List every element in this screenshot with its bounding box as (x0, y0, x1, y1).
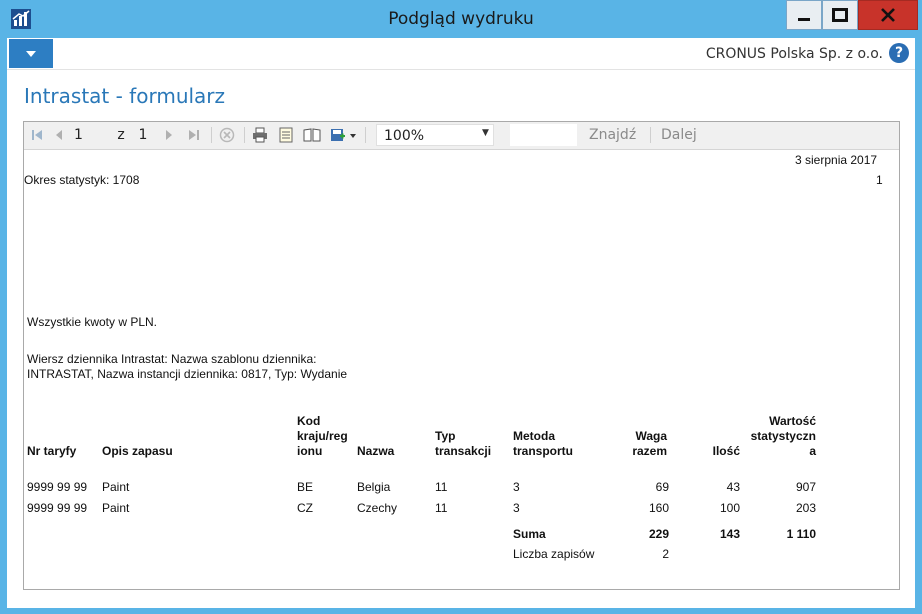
save-export-icon (331, 129, 356, 141)
stop-button[interactable] (218, 126, 236, 144)
first-page-icon (32, 130, 42, 140)
cell-quantity: 43 (726, 480, 740, 494)
close-icon (881, 8, 895, 22)
column-header-transaction-type: Typ transakcji (435, 429, 492, 458)
print-button[interactable] (250, 126, 270, 144)
find-input[interactable] (510, 124, 577, 146)
page-content: CRONUS Polska Sp. z o.o. ? Intrastat - f… (7, 38, 915, 608)
page-of-label: z (117, 127, 125, 143)
toolbar-separator (650, 127, 651, 143)
cell-statistical-value: 203 (795, 501, 816, 515)
currency-note: Wszystkie kwoty w PLN. (27, 315, 158, 329)
report-date: 3 sierpnia 2017 (795, 153, 878, 167)
export-button[interactable] (329, 126, 359, 144)
cell-statistical-value: 907 (795, 480, 816, 494)
ribbon: CRONUS Polska Sp. z o.o. ? (7, 38, 915, 70)
print-layout-button[interactable] (276, 126, 296, 144)
cell-tariff: 9999 99 99 (27, 480, 88, 494)
page-setup-button[interactable] (302, 126, 322, 144)
report-page: 3 sierpnia 2017 1 Okres statystyk: 1708 … (24, 150, 899, 590)
total-weight: 229 (648, 527, 669, 541)
toolbar-separator (244, 127, 245, 143)
printer-icon (253, 127, 267, 143)
title-bar: Podgląd wydruku (0, 0, 922, 38)
cell-quantity: 100 (719, 501, 740, 515)
open-book-icon (303, 128, 321, 142)
column-header-name: Nazwa (357, 444, 395, 458)
page-total-label: 1 (138, 127, 148, 143)
cell-name: Belgia (357, 480, 391, 494)
last-page-icon (189, 130, 199, 140)
cell-transaction-type: 11 (435, 480, 448, 494)
cell-transaction-type: 11 (435, 501, 448, 515)
previous-page-icon (56, 130, 62, 140)
statistics-period: Okres statystyk: 1708 (24, 173, 140, 187)
column-header-item-description: Opis zapasu (102, 444, 173, 458)
column-header-quantity: Ilość (712, 444, 740, 458)
chevron-down-icon (26, 50, 36, 57)
cell-total-weight: 160 (648, 501, 669, 515)
previous-page-button[interactable] (51, 126, 67, 144)
total-statistical-value: 1 110 (786, 527, 816, 541)
page-title: Intrastat - formularz (24, 84, 226, 108)
total-quantity: 143 (719, 527, 740, 541)
cell-total-weight: 69 (655, 480, 669, 494)
dropdown-arrow-icon[interactable]: ▼ (482, 128, 489, 138)
print-preview-window: Podgląd wydruku CRONUS Polska Sp. z o.o.… (0, 0, 922, 614)
last-page-button[interactable] (185, 126, 203, 144)
report-page-number: 1 (876, 173, 883, 187)
help-icon[interactable]: ? (889, 43, 909, 63)
report-toolbar: 1 z 1 100% ▼ Znajdź Dalej (24, 122, 899, 150)
totals-label: Suma (513, 527, 546, 541)
toolbar-separator (211, 127, 212, 143)
column-header-country-code: Kod kraju/reg ionu (297, 414, 348, 458)
filter-text-line-1: Wiersz dziennika Intrastat: Nazwa szablo… (27, 352, 317, 366)
close-button[interactable] (858, 0, 918, 30)
maximize-button[interactable] (822, 0, 858, 30)
record-count-value: 2 (662, 547, 669, 561)
filter-text-line-2: INTRASTAT, Nazwa instancji dziennika: 08… (27, 367, 348, 381)
cell-name: Czechy (357, 501, 398, 515)
next-page-button[interactable] (161, 126, 177, 144)
maximize-icon (832, 8, 848, 22)
cell-country-code: BE (297, 480, 314, 494)
cell-item-description: Paint (102, 480, 130, 494)
page-number-input[interactable]: 1 (74, 126, 104, 144)
minimize-icon (798, 18, 810, 21)
cell-tariff: 9999 99 99 (27, 501, 88, 515)
window-title: Podgląd wydruku (388, 9, 534, 29)
next-match-button[interactable]: Dalej (661, 127, 697, 143)
cell-item-description: Paint (102, 501, 130, 515)
column-header-total-weight: Waga razem (632, 429, 667, 458)
company-name: CRONUS Polska Sp. z o.o. (705, 46, 883, 62)
column-header-tariff: Nr taryfy (27, 444, 77, 458)
stop-icon (219, 127, 235, 143)
cell-transport-method: 3 (513, 501, 520, 515)
page-layout-icon (279, 127, 293, 143)
column-header-statistical-value: Wartość statystyczn a (750, 414, 816, 458)
minimize-button[interactable] (786, 0, 822, 30)
first-page-button[interactable] (28, 126, 46, 144)
find-button[interactable]: Znajdź (589, 127, 636, 143)
record-count-label: Liczba zapisów (513, 547, 595, 561)
toolbar-separator (365, 127, 366, 143)
zoom-select[interactable]: 100% (376, 124, 494, 146)
column-header-transport-method: Metoda transportu (513, 429, 573, 458)
cell-country-code: CZ (297, 501, 313, 515)
next-page-icon (166, 130, 172, 140)
cell-transport-method: 3 (513, 480, 520, 494)
application-menu-button[interactable] (9, 39, 53, 68)
report-viewer: 1 z 1 100% ▼ Znajdź Dalej 3 sierpnia 201… (23, 121, 900, 590)
